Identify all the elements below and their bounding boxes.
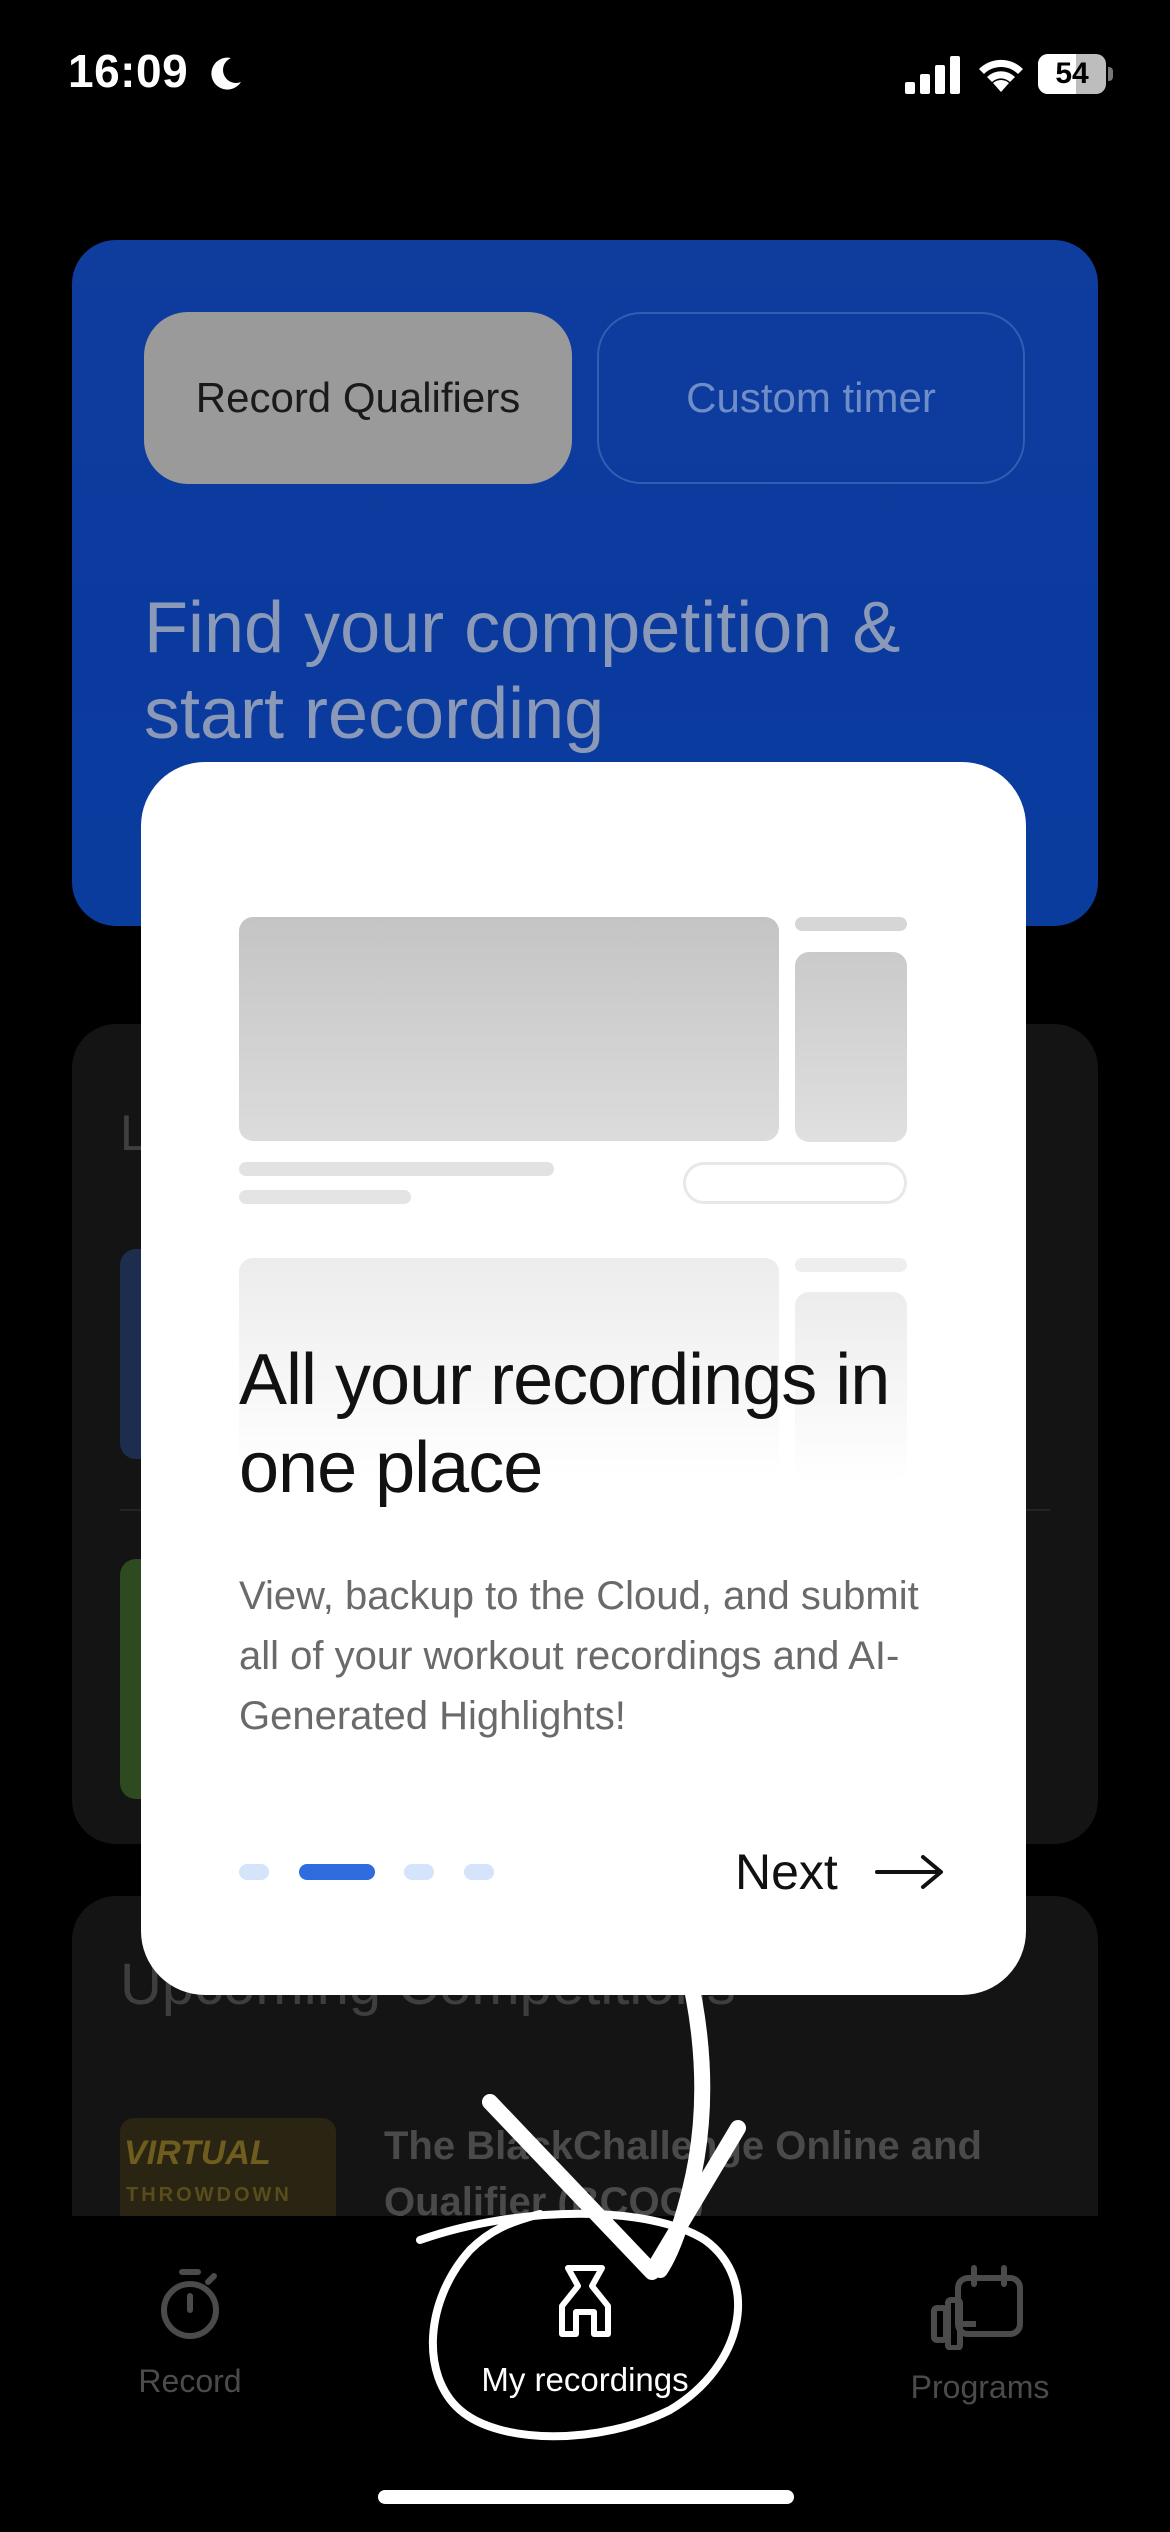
hero-title: Find your competition & start recording [144,588,901,754]
next-button[interactable]: Next [735,1840,975,1904]
pagination-dot[interactable] [404,1864,434,1880]
bottom-tab-bar: Record My recordings Programs [0,2216,1170,2532]
illustration-placeholder [239,917,779,1141]
tab-label-record: Record [138,2363,242,2399]
custom-timer-tab[interactable]: Custom timer [597,312,1025,484]
illustration-placeholder [795,1258,907,1272]
tab-programs[interactable]: Programs [850,2264,1110,2406]
modal-description: View, backup to the Cloud, and submit al… [239,1574,919,1738]
record-qualifiers-tab[interactable]: Record Qualifiers [144,312,572,484]
competition-title[interactable]: The BlackChallenge Online and Qualifier … [384,2118,1004,2230]
next-label: Next [735,1844,838,1900]
tab-label-my-recordings: My recordings [481,2361,689,2398]
home-indicator [378,2490,794,2504]
onboarding-modal: All your recordings in one place View, b… [141,762,1026,1995]
tab-label-programs: Programs [910,2369,1050,2405]
arrow-right-icon [875,1855,943,1889]
pagination-dot[interactable] [239,1864,269,1880]
illustration-placeholder [239,1162,554,1176]
thumbnail-subtext: THROWDOWN [126,2184,292,2206]
illustration-placeholder [795,917,907,931]
illustration-placeholder [239,1190,411,1204]
modal-title: All your recordings in one place [239,1340,890,1508]
competition-thumbnail[interactable]: VIRTUAL THROWDOWN [120,2118,336,2222]
illustration-placeholder [795,952,907,1142]
tab-record[interactable]: Record [60,2264,320,2400]
stopwatch-icon [161,2269,219,2339]
tab-my-recordings[interactable]: My recordings [440,2262,730,2399]
dumbbell-calendar-icon [931,2265,1023,2351]
pagination-dot[interactable] [464,1864,494,1880]
recordings-person-icon [559,2265,611,2337]
illustration-placeholder [683,1162,907,1204]
thumbnail-text: VIRTUAL [124,2134,271,2172]
pagination-dot-active[interactable] [299,1864,375,1880]
